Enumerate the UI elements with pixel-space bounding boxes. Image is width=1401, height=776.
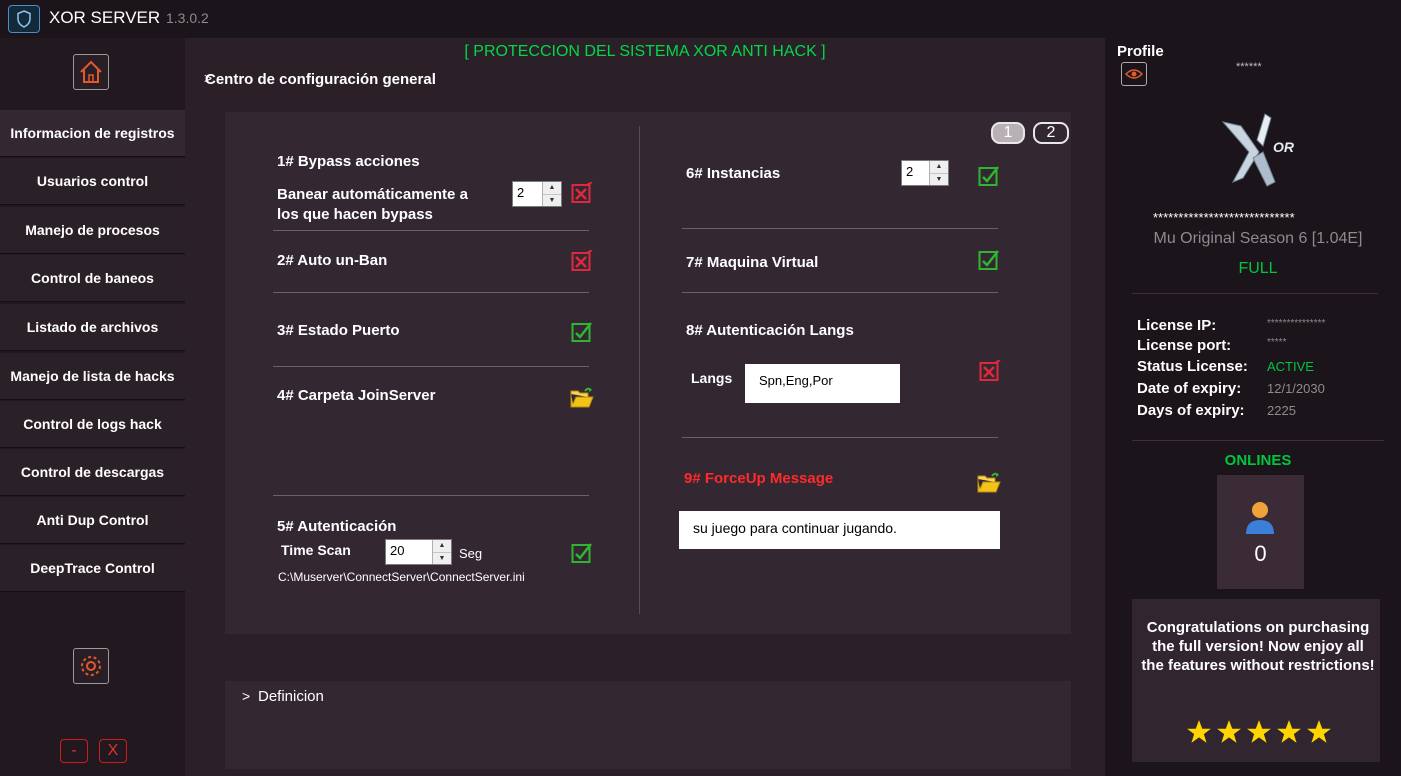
app-title: XOR SERVER <box>49 8 161 27</box>
home-icon <box>80 60 102 83</box>
app-version: 1.3.0.2 <box>166 10 209 26</box>
bypass-stepper[interactable]: 2 ▲ ▼ <box>512 181 562 207</box>
stepper-down-icon[interactable]: ▼ <box>930 173 948 185</box>
status-license-label: Status License: <box>1137 358 1248 375</box>
joinserver-title: 4# Carpeta JoinServer <box>277 387 436 404</box>
system-banner: [ PROTECCION DEL SISTEMA XOR ANTI HACK ] <box>464 43 826 60</box>
sidebar-item-manejo-procesos[interactable]: Manejo de procesos <box>0 207 185 254</box>
license-ip-value: *************** <box>1267 318 1326 329</box>
date-expiry-value: 12/1/2030 <box>1267 381 1325 396</box>
sidebar-item-logs-hack[interactable]: Control de logs hack <box>0 401 185 448</box>
autounban-title: 2# Auto un-Ban <box>277 252 388 269</box>
date-expiry-label: Date of expiry: <box>1137 380 1242 397</box>
close-button[interactable]: X <box>99 739 127 763</box>
chevron-right-icon: > <box>242 688 251 704</box>
langs-input[interactable]: Spn,Eng,Por <box>745 364 900 403</box>
license-key-masked: **************************** <box>1153 210 1295 225</box>
page-2-button[interactable]: 2 <box>1033 122 1069 144</box>
days-expiry-value: 2225 <box>1267 403 1296 418</box>
days-expiry-label: Days of expiry: <box>1137 402 1245 419</box>
star-icon <box>1277 720 1301 743</box>
star-icon <box>1217 720 1241 743</box>
sidebar-item-informacion-registros[interactable]: Informacion de registros <box>0 110 185 157</box>
page-1-button[interactable]: 1 <box>991 122 1025 144</box>
auth-title: 5# Autenticación <box>277 518 397 535</box>
sidebar-item-deeptrace[interactable]: DeepTrace Control <box>0 545 185 592</box>
instancias-title: 6# Instancias <box>686 165 781 182</box>
star-icon <box>1187 720 1211 743</box>
bypass-desc-2: los que hacen bypass <box>277 206 433 223</box>
xor-logo: OR <box>1219 112 1303 188</box>
sidebar-item-usuarios-control[interactable]: Usuarios control <box>0 158 185 205</box>
profile-title: Profile <box>1117 43 1164 60</box>
gear-icon <box>81 656 101 676</box>
server-name: Mu Original Season 6 [1.04E] <box>1153 230 1363 247</box>
stepper-up-icon[interactable]: ▲ <box>433 540 451 553</box>
check-toggle-icon[interactable] <box>570 541 594 565</box>
bypass-value: 2 <box>517 185 525 200</box>
time-scan-stepper[interactable]: 20 ▲ ▼ <box>385 539 452 565</box>
connectserver-path: C:\Muserver\ConnectServer\ConnectServer.… <box>278 570 525 584</box>
instancias-stepper[interactable]: 2 ▲ ▼ <box>901 160 949 186</box>
edition-label: FULL <box>1238 260 1278 277</box>
cross-toggle-icon[interactable] <box>570 181 594 205</box>
eye-icon[interactable] <box>1121 62 1147 86</box>
congrats-message: Congratulations on purchasing the full v… <box>1141 619 1375 674</box>
definition-panel <box>225 681 1071 769</box>
onlines-count: 0 <box>1254 541 1267 566</box>
bypass-title: 1# Bypass acciones <box>277 153 420 170</box>
check-toggle-icon[interactable] <box>570 320 594 344</box>
time-unit: Seg <box>459 546 483 561</box>
cross-toggle-icon[interactable] <box>978 359 1002 383</box>
forceup-message-input[interactable]: su juego para continuar jugando. <box>679 511 1000 549</box>
license-ip-label: License IP: <box>1137 317 1217 334</box>
check-toggle-icon[interactable] <box>977 248 1001 272</box>
time-scan-label: Time Scan <box>281 542 351 558</box>
shield-icon <box>8 5 40 33</box>
sidebar-item-lista-hacks[interactable]: Manejo de lista de hacks <box>0 353 185 400</box>
stepper-down-icon[interactable]: ▼ <box>433 552 451 564</box>
puerto-title: 3# Estado Puerto <box>277 322 400 339</box>
check-toggle-icon[interactable] <box>977 164 1001 188</box>
column-divider <box>639 126 640 614</box>
forceup-title: 9# ForceUp Message <box>684 470 834 487</box>
svg-text:OR: OR <box>1273 139 1295 155</box>
folder-open-icon[interactable] <box>977 471 1001 495</box>
folder-open-icon[interactable] <box>570 386 594 410</box>
minimize-button[interactable]: - <box>60 739 88 763</box>
time-scan-value: 20 <box>390 543 405 558</box>
star-icon <box>1307 720 1331 743</box>
bypass-desc-1: Banear automáticamente a <box>277 186 468 203</box>
instancias-value: 2 <box>906 164 914 179</box>
sidebar-item-listado-archivos[interactable]: Listado de archivos <box>0 304 185 351</box>
settings-button[interactable] <box>73 648 109 684</box>
star-icon <box>1247 720 1271 743</box>
sidebar-item-control-baneos[interactable]: Control de baneos <box>0 255 185 302</box>
user-icon <box>1244 500 1276 536</box>
title-bar <box>0 0 1401 38</box>
license-port-label: License port: <box>1137 337 1232 354</box>
stepper-down-icon[interactable]: ▼ <box>543 194 561 206</box>
profile-name-masked: ****** <box>1236 61 1262 73</box>
sidebar-item-anti-dup[interactable]: Anti Dup Control <box>0 497 185 544</box>
rating-stars <box>1186 719 1336 747</box>
onlines-title: ONLINES <box>1224 452 1292 469</box>
license-port-value: ***** <box>1267 337 1287 348</box>
section-title: Centro de configuración general <box>205 71 436 88</box>
home-button[interactable] <box>73 54 109 90</box>
sidebar-item-control-descargas[interactable]: Control de descargas <box>0 449 185 496</box>
status-license-value: ACTIVE <box>1267 359 1314 374</box>
stepper-up-icon[interactable]: ▲ <box>543 182 561 195</box>
langs-title: 8# Autenticación Langs <box>686 322 854 339</box>
stepper-up-icon[interactable]: ▲ <box>930 161 948 174</box>
maquina-title: 7# Maquina Virtual <box>686 254 819 271</box>
cross-toggle-icon[interactable] <box>570 249 594 273</box>
definition-title: Definicion <box>258 688 324 705</box>
langs-label: Langs <box>691 370 733 386</box>
